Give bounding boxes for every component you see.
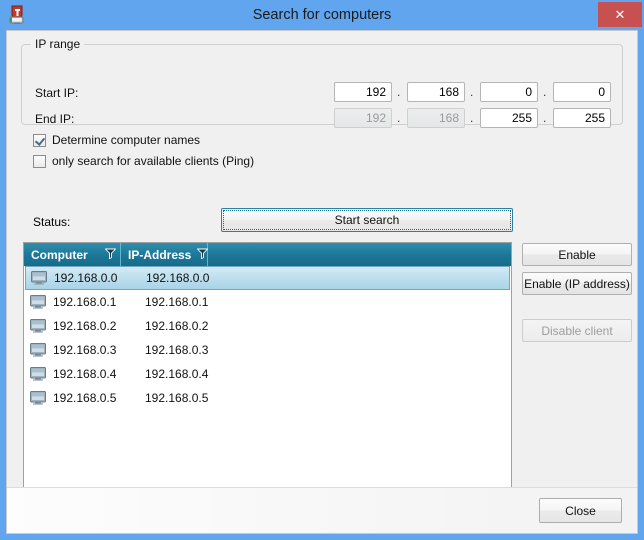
- table-row[interactable]: 192.168.0.3 192.168.0.3: [24, 338, 511, 362]
- table-row[interactable]: 192.168.0.2 192.168.0.2: [24, 314, 511, 338]
- start-ip-octet-1[interactable]: [334, 82, 392, 102]
- status-label: Status:: [33, 215, 71, 229]
- start-ip-octet-4[interactable]: [553, 82, 611, 102]
- close-window-button[interactable]: ✕: [598, 2, 642, 27]
- cell-computer: 192.168.0.0: [54, 271, 118, 285]
- cell-computer: 192.168.0.2: [53, 319, 117, 333]
- column-header-ip-address[interactable]: IP-Address: [121, 243, 209, 266]
- checkbox-box: [33, 154, 46, 168]
- computer-monitor-icon: [30, 391, 46, 405]
- list-body[interactable]: 192.168.0.0 192.168.0.0 192.168.0.1 192.168…: [24, 266, 511, 515]
- enable-ip-address-button[interactable]: Enable (IP address): [522, 272, 632, 295]
- table-row[interactable]: 192.168.0.5 192.168.0.5: [24, 386, 511, 410]
- determine-computer-names-label: Determine computer names: [52, 133, 201, 147]
- computer-monitor-icon: [31, 271, 47, 285]
- computer-monitor-icon: [30, 295, 46, 309]
- enable-button[interactable]: Enable: [522, 243, 632, 266]
- cell-ip-address: 192.168.0.3: [145, 343, 209, 357]
- end-ip-label: End IP:: [35, 112, 75, 126]
- ip-separator-dot: .: [470, 111, 474, 125]
- filter-icon[interactable]: [197, 248, 209, 262]
- cell-ip-address: 192.168.0.5: [145, 391, 209, 405]
- computer-list: Computer IP-Address 192.168.0.0 192.168.…: [23, 242, 512, 516]
- ip-separator-dot: .: [543, 111, 547, 125]
- ping-only-checkbox[interactable]: only search for available clients (Ping): [33, 152, 254, 170]
- ip-separator-dot: .: [397, 85, 401, 99]
- table-row[interactable]: 192.168.0.4 192.168.0.4: [24, 362, 511, 386]
- window-title: Search for computers: [252, 7, 392, 23]
- cell-computer: 192.168.0.1: [53, 295, 117, 309]
- cell-ip-address: 192.168.0.1: [145, 295, 209, 309]
- column-header-computer-label: Computer: [31, 247, 88, 262]
- dialog-footer: Close: [7, 487, 637, 533]
- ip-separator-dot: .: [543, 85, 547, 99]
- cell-computer: 192.168.0.4: [53, 367, 117, 381]
- ip-separator-dot: .: [397, 111, 401, 125]
- column-header-computer[interactable]: Computer: [24, 243, 121, 266]
- start-ip-octet-3[interactable]: [480, 82, 538, 102]
- checkbox-box: [33, 133, 46, 147]
- cell-ip-address: 192.168.0.0: [146, 271, 210, 285]
- list-header-row: Computer IP-Address: [24, 243, 511, 266]
- end-ip-octet-4[interactable]: [553, 108, 611, 128]
- column-header-filler: [208, 243, 511, 266]
- end-ip-octet-3[interactable]: [480, 108, 538, 128]
- table-row[interactable]: 192.168.0.1 192.168.0.1: [24, 290, 511, 314]
- cell-ip-address: 192.168.0.2: [145, 319, 209, 333]
- ip-range-group-label: IP range: [31, 37, 85, 51]
- close-button[interactable]: Close: [539, 498, 622, 523]
- cell-computer: 192.168.0.3: [53, 343, 117, 357]
- dialog-client-area: IP range Start IP: End IP: . . . . . . D…: [6, 30, 638, 534]
- computer-monitor-icon: [30, 343, 46, 357]
- dialog-window: Search for computers ✕ IP range Start IP…: [0, 0, 644, 540]
- ip-separator-dot: .: [470, 85, 474, 99]
- end-ip-octet-1: [334, 108, 392, 128]
- start-search-button[interactable]: Start search: [221, 208, 513, 232]
- start-ip-label: Start IP:: [35, 86, 79, 100]
- end-ip-octet-2: [407, 108, 465, 128]
- determine-computer-names-checkbox[interactable]: Determine computer names: [33, 131, 200, 149]
- disable-client-button: Disable client: [522, 319, 632, 342]
- title-bar: Search for computers ✕: [0, 0, 644, 30]
- cell-ip-address: 192.168.0.4: [145, 367, 209, 381]
- table-row[interactable]: 192.168.0.0 192.168.0.0: [25, 266, 510, 290]
- computer-monitor-icon: [30, 367, 46, 381]
- ping-only-label: only search for available clients (Ping): [52, 154, 255, 168]
- filter-icon[interactable]: [105, 248, 116, 262]
- computer-monitor-icon: [30, 319, 46, 333]
- cell-computer: 192.168.0.5: [53, 391, 117, 405]
- start-ip-octet-2[interactable]: [407, 82, 465, 102]
- column-header-ip-address-label: IP-Address: [128, 247, 192, 262]
